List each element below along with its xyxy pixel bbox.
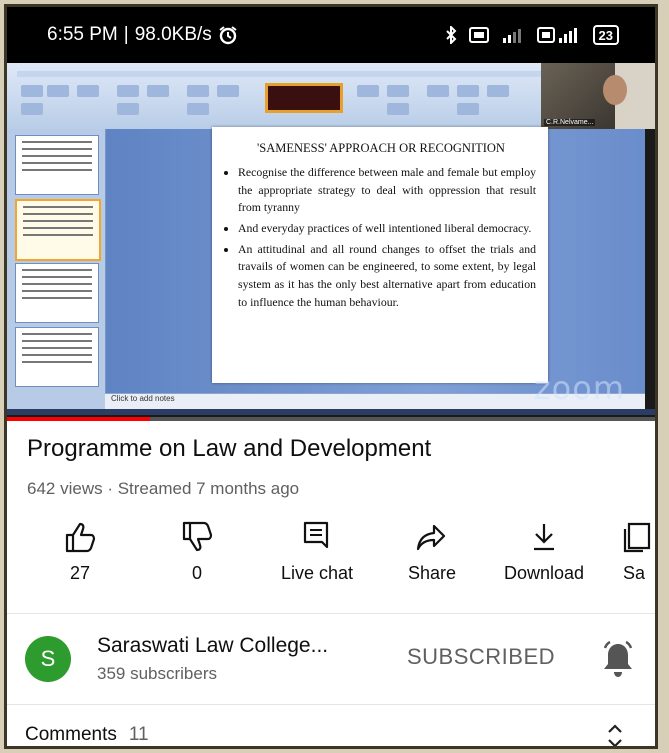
- comments-count: 11: [128, 724, 149, 745]
- bluetooth-icon: [445, 26, 456, 44]
- comments-label: Comments: [25, 724, 117, 745]
- like-count: 27: [69, 563, 91, 583]
- phone-screen: 6:55 PM | 98.0KB/s 23 C.R.Nelvame... 'SA…: [4, 4, 658, 749]
- zoom-watermark: zoom: [533, 369, 625, 407]
- video-meta: 642 views · Streamed 7 months ago: [27, 479, 300, 498]
- volte-icon: [468, 27, 489, 43]
- ppt-ribbon: [7, 63, 547, 130]
- ppt-highlighted-style: [265, 83, 343, 113]
- thumbs-down-icon: [182, 521, 213, 552]
- subscribed-button[interactable]: SUBSCRIBED: [407, 644, 555, 670]
- status-bar: 6:55 PM | 98.0KB/s 23: [7, 7, 655, 63]
- battery-icon: 23: [592, 25, 619, 45]
- channel-name[interactable]: Saraswati Law College...: [97, 634, 328, 658]
- video-progress-bar[interactable]: [7, 417, 655, 421]
- download-button[interactable]: Download: [489, 517, 599, 584]
- dislike-count: 0: [191, 563, 202, 583]
- slide-thumbnails: [7, 129, 106, 409]
- download-label: Download: [503, 563, 585, 583]
- presentation-slide: 'SAMENESS' APPROACH OR RECOGNITION Recog…: [212, 127, 548, 383]
- live-chat-button[interactable]: Live chat: [262, 517, 372, 584]
- download-icon: [534, 524, 554, 551]
- 4g-signal-icon: [502, 29, 521, 43]
- slide-heading: 'SAMENESS' APPROACH OR RECOGNITION: [257, 141, 505, 155]
- save-label: Sa: [623, 563, 646, 583]
- participant-video: C.R.Nelvame...: [541, 63, 655, 129]
- live-chat-icon: [303, 521, 329, 549]
- share-label: Share: [407, 563, 457, 583]
- thumbs-up-icon: [65, 522, 96, 553]
- video-progress-played: [7, 417, 150, 421]
- slide-bullet: Recognise the difference between male an…: [238, 164, 536, 217]
- unfold-icon: [608, 724, 622, 746]
- like-button[interactable]: 27: [30, 517, 130, 584]
- channel-row[interactable]: S Saraswati Law College... 359 subscribe…: [7, 614, 655, 704]
- signal-icon: [536, 27, 577, 43]
- save-icon: [623, 522, 651, 553]
- save-button[interactable]: Sa: [623, 517, 655, 584]
- battery-level: 23: [598, 27, 613, 43]
- channel-avatar[interactable]: S: [25, 636, 71, 682]
- subscriber-count: 359 subscribers: [97, 664, 218, 683]
- action-bar: 27 0 Live chat Share Download Sa: [27, 517, 651, 613]
- participant-name: C.R.Nelvame...: [544, 119, 596, 126]
- slide-bullet: An attitudinal and all round changes to …: [238, 241, 536, 312]
- comments-section[interactable]: Comments 11: [7, 705, 655, 746]
- alarm-icon: [219, 26, 237, 45]
- dislike-button[interactable]: 0: [147, 517, 247, 584]
- notification-bell-button[interactable]: [601, 640, 635, 683]
- share-button[interactable]: Share: [387, 517, 477, 584]
- status-time: 6:55 PM: [47, 24, 118, 45]
- video-player[interactable]: C.R.Nelvame... 'SAMENESS' APPROACH OR RE…: [7, 63, 655, 421]
- slide-bullet: And everyday practices of well intention…: [238, 220, 536, 238]
- share-icon: [416, 524, 446, 551]
- live-chat-label: Live chat: [280, 563, 354, 583]
- network-speed: 98.0KB/s: [134, 24, 212, 45]
- video-title: Programme on Law and Development: [27, 435, 432, 462]
- bell-icon: [603, 640, 633, 677]
- expand-comments-button[interactable]: [605, 723, 625, 746]
